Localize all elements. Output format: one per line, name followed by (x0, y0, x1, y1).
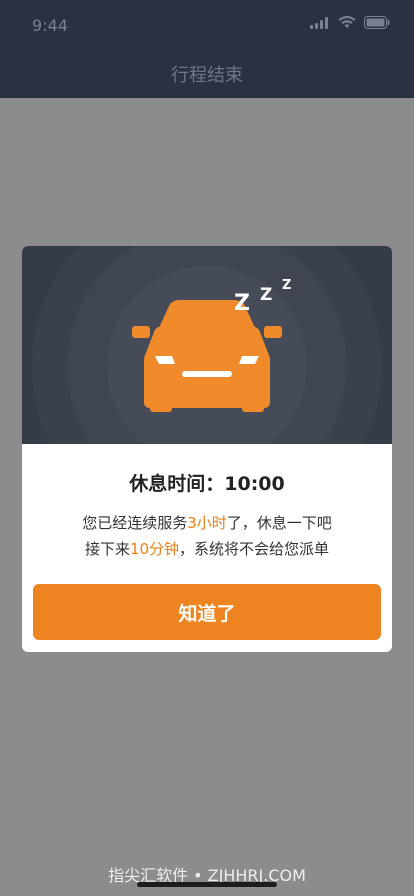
status-icons (310, 16, 390, 29)
svg-text:Z: Z (282, 278, 291, 293)
message-line-2: 接下来10分钟，系统将不会给您派单 (22, 536, 392, 562)
signal-icon (310, 16, 328, 29)
rest-illustration: Z Z Z (22, 246, 392, 444)
message-text: 了，休息一下吧 (226, 514, 332, 532)
nav-bar: 行程结束 (0, 50, 414, 98)
svg-text:Z: Z (260, 285, 272, 305)
message-text: 接下来 (84, 540, 130, 558)
status-time: 9:44 (32, 16, 68, 35)
home-indicator[interactable] (137, 882, 277, 887)
page-title: 行程结束 (171, 65, 243, 86)
got-it-button[interactable]: 知道了 (33, 584, 381, 640)
svg-text:Z: Z (234, 291, 250, 316)
message-line-1: 您已经连续服务3小时了，休息一下吧 (22, 510, 392, 536)
status-bar: 9:44 (0, 0, 414, 50)
message-text: 您已经连续服务 (82, 514, 188, 532)
message-text: ，系统将不会给您派单 (179, 540, 330, 558)
rest-time-title: 休息时间：10:00 (129, 473, 285, 495)
rest-message: 您已经连续服务3小时了，休息一下吧 接下来10分钟，系统将不会给您派单 (22, 510, 392, 562)
rest-dialog: Z Z Z 休息时间：10:00 您已经连续服务3小时了，休息一下吧 接下来10… (22, 246, 392, 652)
highlight-text: 3小时 (187, 514, 227, 532)
highlight-text: 10分钟 (129, 540, 180, 558)
illustration-graphic: Z Z Z (32, 246, 382, 444)
battery-icon (364, 16, 390, 29)
wifi-icon (338, 16, 356, 28)
